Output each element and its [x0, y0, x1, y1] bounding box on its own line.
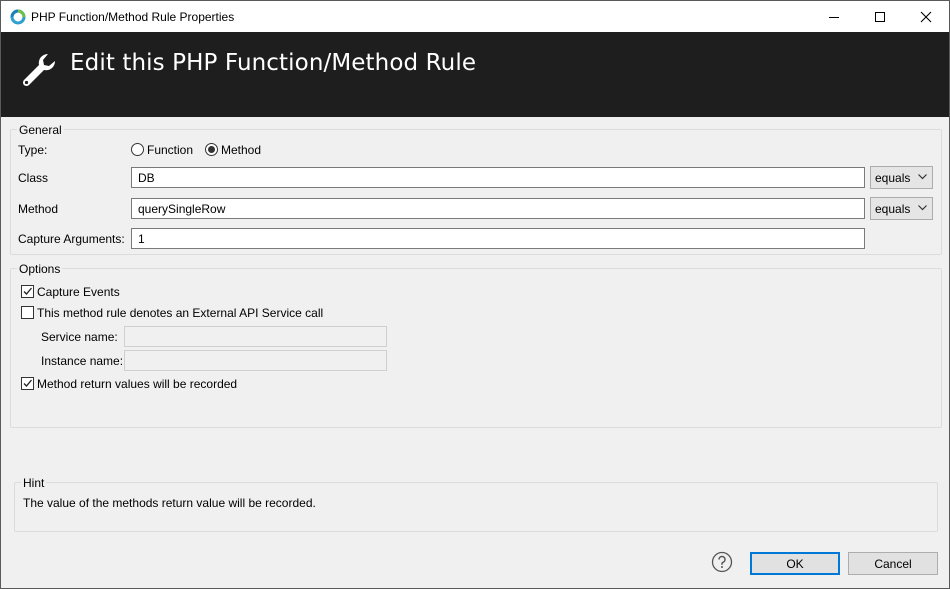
help-icon[interactable]	[711, 551, 733, 573]
external-api-checkbox[interactable]	[21, 306, 34, 319]
method-match-value: equals	[875, 202, 911, 216]
capture-events-label[interactable]: Capture Events	[37, 285, 120, 299]
capture-args-label: Capture Arguments:	[18, 232, 125, 246]
chevron-down-icon	[918, 174, 927, 180]
header-banner: Edit this PHP Function/Method Rule	[1, 32, 949, 117]
class-match-dropdown[interactable]: equals	[870, 166, 933, 189]
return-values-label[interactable]: Method return values will be recorded	[37, 377, 237, 391]
maximize-icon	[875, 11, 885, 22]
type-function-radio[interactable]	[131, 143, 144, 156]
minimize-button[interactable]	[811, 1, 857, 32]
dialog-window: PHP Function/Method Rule Properties Edit…	[0, 0, 950, 589]
type-method-label[interactable]: Method	[221, 143, 261, 157]
cancel-button[interactable]: Cancel	[848, 552, 938, 575]
app-logo-icon	[10, 9, 26, 25]
external-api-label[interactable]: This method rule denotes an External API…	[37, 306, 323, 320]
title-bar: PHP Function/Method Rule Properties	[1, 1, 949, 32]
method-label: Method	[18, 202, 59, 216]
service-name-input[interactable]	[124, 326, 387, 347]
close-icon	[920, 11, 932, 22]
class-input[interactable]: DB	[131, 167, 865, 188]
close-button[interactable]	[903, 1, 949, 32]
type-method-radio[interactable]	[205, 143, 218, 156]
method-match-dropdown[interactable]: equals	[870, 197, 933, 220]
instance-name-input[interactable]	[124, 350, 387, 371]
class-match-value: equals	[875, 171, 911, 185]
capture-events-checkbox[interactable]	[21, 285, 34, 298]
type-function-label[interactable]: Function	[147, 143, 193, 157]
options-legend: Options	[17, 262, 63, 276]
instance-name-label: Instance name:	[41, 354, 124, 368]
capture-args-input[interactable]: 1	[131, 228, 865, 249]
checkmark-icon	[23, 379, 32, 387]
options-group	[10, 268, 942, 428]
banner-title: Edit this PHP Function/Method Rule	[70, 50, 477, 76]
method-input[interactable]: querySingleRow	[131, 198, 865, 219]
window-title: PHP Function/Method Rule Properties	[31, 10, 235, 24]
return-values-checkbox[interactable]	[21, 377, 34, 390]
hint-text: The value of the methods return value wi…	[23, 496, 316, 510]
checkmark-icon	[23, 287, 32, 295]
type-label: Type:	[18, 143, 48, 157]
class-label: Class	[18, 171, 49, 185]
general-legend: General	[17, 123, 64, 137]
service-name-label: Service name:	[41, 330, 118, 344]
chevron-down-icon	[918, 205, 927, 211]
minimize-icon	[829, 16, 839, 18]
maximize-button[interactable]	[857, 1, 903, 32]
hint-legend: Hint	[21, 476, 47, 490]
ok-button[interactable]: OK	[750, 552, 840, 575]
wrench-icon	[22, 53, 56, 87]
